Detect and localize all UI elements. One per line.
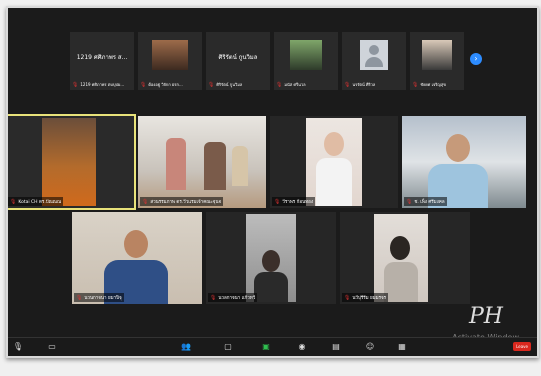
meeting-toolbar: 🎙 ▭ 👥 ▢ ▣ ◉ ▤ ☺ ▦ Leave [8, 337, 537, 356]
next-page-arrow-icon[interactable]: › [470, 53, 482, 65]
participant-label: 🎙 ต้องอยู่ วิจักก ฝรก... [140, 82, 183, 88]
participant-video [374, 214, 428, 302]
avatar-placeholder-icon [360, 40, 388, 70]
chat-icon[interactable]: ▢ [222, 341, 234, 353]
participant-video [204, 142, 226, 190]
leave-button[interactable]: Leave [513, 342, 531, 351]
participant-strip-5[interactable]: 🎙 นรรัตน์ ศีริวล [342, 32, 406, 90]
participant-name: ศิริรัตน์ กูนวิมล [218, 54, 258, 61]
apps-icon[interactable]: ▦ [396, 341, 408, 353]
participant-label: 🎙 ศิริรัตน์ กูนวิมล [208, 82, 243, 88]
participant-strip-1[interactable]: 1219 ศศิภาพร ส... 🎙 1219 ศศิภาพร ตบบุปผ..… [70, 32, 134, 90]
mic-muted-icon: 🎙 [210, 295, 217, 301]
participant-label: 🎙 Kotai CH ดร.ปัณณณ [8, 197, 64, 206]
participant-video [124, 230, 148, 258]
mic-muted-icon: 🎙 [208, 82, 215, 88]
mic-muted-icon: 🎙 [406, 199, 413, 205]
mic-muted-icon: 🎙 [344, 82, 351, 88]
participant-video [166, 138, 186, 190]
participant-strip-2[interactable]: 🎙 ต้องอยู่ วิจักก ฝรก... [138, 32, 202, 90]
participant-label: 🎙 ชัยยศ เจริญสุข [412, 82, 447, 88]
participant-strip-3[interactable]: ศิริรัตน์ กูนวิมล 🎙 ศิริรัตน์ กูนวิมล [206, 32, 270, 90]
participant-name: 1219 ศศิภาพร ส... [76, 54, 128, 61]
video-tile-3[interactable]: 🎙 วีราพร ก้อนทอง [270, 116, 398, 208]
participant-video [290, 40, 322, 70]
mic-muted-icon: 🎙 [142, 199, 149, 205]
mic-muted-icon: 🎙 [344, 295, 351, 301]
video-tile-6[interactable]: 🎙 นวลกาจนา แก้วทวี [206, 212, 336, 304]
record-icon[interactable]: ◉ [296, 341, 308, 353]
participant-strip-4[interactable]: 🎙 มนัส ศรีนวล [274, 32, 338, 90]
participant-label: 🎙 1219 ศศิภาพร ตบบุปผ... [72, 82, 125, 88]
mic-muted-icon: 🎙 [76, 295, 83, 301]
participant-strip-6[interactable]: 🎙 ชัยยศ เจริญสุข [410, 32, 464, 90]
participant-video [42, 118, 96, 206]
participant-video [306, 118, 362, 206]
mic-muted-icon: 🎙 [72, 82, 79, 88]
participant-label: 🎙 สวนรรมภาพ ดร.วีวแรมเจ้าคณะจุนจ [140, 197, 224, 206]
participants-icon[interactable]: 👥 [180, 341, 192, 353]
participant-video [152, 40, 188, 70]
participant-label: 🎙 นวนกาจนา ยมาปิจุ [74, 293, 124, 302]
participant-video [246, 214, 296, 302]
video-tile-active-speaker[interactable]: 🎙 Kotai CH ดร.ปัณณณ [8, 114, 136, 210]
participant-label: 🎙 มนัส ศรีนวล [276, 82, 306, 88]
participant-label: 🎙 ช. เพ็ง ศรีมงคล [404, 197, 447, 206]
mic-muted-icon: 🎙 [10, 199, 17, 205]
video-tile-7[interactable]: 🎙 นวีปุรีรีม ยมมรจร [340, 212, 470, 304]
participant-video [422, 40, 452, 70]
participant-label: 🎙 นวีปุรีรีม ยมมรจร [342, 293, 389, 302]
share-screen-icon[interactable]: ▣ [260, 341, 272, 353]
zoom-meeting-window: 1219 ศศิภาพร ส... 🎙 1219 ศศิภาพร ตบบุปผ..… [6, 6, 539, 358]
microphone-icon[interactable]: 🎙 [12, 341, 24, 353]
participant-label: 🎙 นรรัตน์ ศีริวล [344, 82, 376, 88]
closed-caption-icon[interactable]: ▤ [330, 341, 342, 353]
reactions-icon[interactable]: ☺ [364, 341, 376, 353]
video-tile-5[interactable]: 🎙 นวนกาจนา ยมาปิจุ [72, 212, 202, 304]
participant-label: 🎙 นวลกาจนา แก้วทวี [208, 293, 258, 302]
video-camera-icon[interactable]: ▭ [46, 341, 58, 353]
video-tile-2[interactable]: 🎙 สวนรรมภาพ ดร.วีวแรมเจ้าคณะจุนจ [138, 116, 266, 208]
mic-muted-icon: 🎙 [276, 82, 283, 88]
mic-muted-icon: 🎙 [274, 199, 281, 205]
participant-label: 🎙 วีราพร ก้อนทอง [272, 197, 316, 206]
mic-muted-icon: 🎙 [140, 82, 147, 88]
video-tile-4[interactable]: 🎙 ช. เพ็ง ศรีมงคล [402, 116, 526, 208]
participant-video [232, 146, 248, 186]
participant-video [446, 134, 470, 162]
mic-muted-icon: 🎙 [412, 82, 419, 88]
